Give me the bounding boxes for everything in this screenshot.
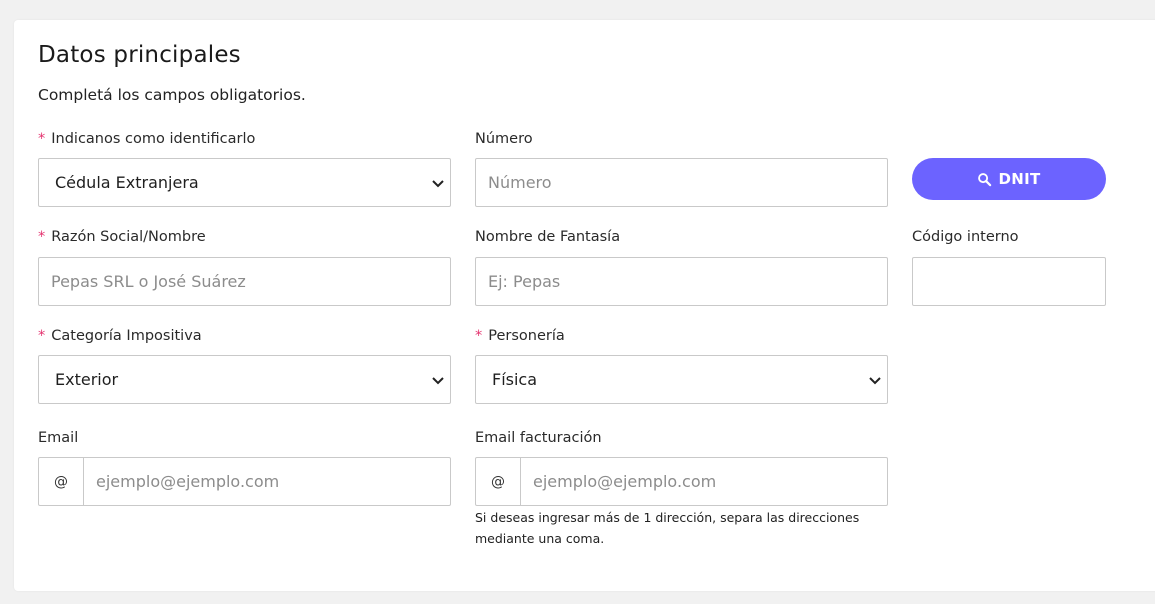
codigo-interno-label: Código interno [912, 229, 1019, 245]
numero-input[interactable] [475, 158, 888, 207]
personeria-label: * Personería [475, 328, 565, 344]
required-asterisk: * [38, 328, 46, 344]
codigo-interno-input[interactable] [912, 257, 1106, 306]
numero-label: Número [475, 131, 533, 147]
email-input[interactable] [84, 458, 450, 505]
dnit-button-label: DNIT [998, 170, 1041, 188]
dnit-search-button[interactable]: DNIT [912, 158, 1106, 200]
chevron-down-icon [432, 376, 444, 384]
identificacion-select[interactable]: Cédula Extranjera [38, 158, 451, 207]
identificacion-value: Cédula Extranjera [55, 173, 199, 192]
razon-social-label-text: Razón Social/Nombre [51, 229, 206, 245]
section-subtitle: Completá los campos obligatorios. [38, 86, 306, 104]
personeria-select[interactable]: Física [475, 355, 888, 404]
categoria-impositiva-label-text: Categoría Impositiva [51, 328, 202, 344]
required-asterisk: * [38, 229, 46, 245]
email-field: @ [38, 457, 451, 506]
personeria-value: Física [492, 370, 538, 389]
personeria-label-text: Personería [488, 328, 565, 344]
identificacion-label: * Indicanos como identificarlo [38, 131, 255, 147]
nombre-fantasia-input[interactable] [475, 257, 888, 306]
email-label: Email [38, 430, 79, 446]
required-asterisk: * [38, 131, 46, 147]
email-facturacion-label: Email facturación [475, 430, 602, 446]
nombre-fantasia-label: Nombre de Fantasía [475, 229, 621, 245]
chevron-down-icon [432, 179, 444, 187]
email-facturacion-field: @ [475, 457, 888, 506]
categoria-impositiva-select[interactable]: Exterior [38, 355, 451, 404]
email-facturacion-input[interactable] [521, 458, 887, 505]
razon-social-input[interactable] [38, 257, 451, 306]
chevron-down-icon [869, 376, 881, 384]
section-title: Datos principales [38, 42, 241, 68]
email-facturacion-hint: Si deseas ingresar más de 1 dirección, s… [475, 510, 860, 546]
categoria-impositiva-label: * Categoría Impositiva [38, 328, 202, 344]
identificacion-label-text: Indicanos como identificarlo [51, 131, 256, 147]
required-asterisk: * [475, 328, 483, 344]
search-icon [978, 172, 992, 186]
categoria-impositiva-value: Exterior [55, 370, 119, 389]
razon-social-label: * Razón Social/Nombre [38, 229, 206, 245]
at-sign-addon: @ [476, 458, 521, 505]
at-sign-addon: @ [39, 458, 84, 505]
